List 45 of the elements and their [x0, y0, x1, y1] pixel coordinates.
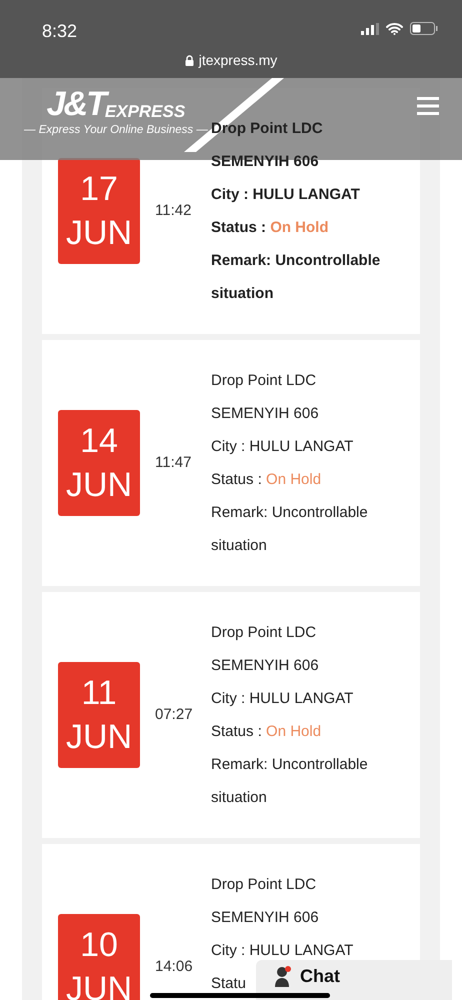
event-detail: SEMENYIH 606 — [211, 404, 320, 424]
date-day: 14 — [80, 419, 118, 463]
url-text: jtexpress.my — [198, 51, 278, 70]
remark-text: Remark: Uncontrollable — [211, 755, 368, 775]
date-month: JUN — [66, 213, 132, 254]
date-day: 11 — [81, 671, 117, 715]
remark-text: situation — [211, 788, 268, 808]
date-month: JUN — [66, 465, 132, 506]
date-day: 17 — [80, 167, 118, 211]
clock: 8:32 — [42, 20, 78, 43]
event-detail: City : HULU LANGAT — [211, 437, 354, 457]
event-detail: SEMENYIH 606 — [211, 908, 320, 928]
event-detail: SEMENYIH 606 — [211, 656, 320, 676]
status-label: Status : — [211, 722, 263, 742]
signal-icon — [361, 22, 379, 34]
event-detail: City : HULU LANGAT — [211, 185, 361, 205]
remark-text: Remark: Uncontrollable — [211, 251, 380, 271]
date-day: 10 — [80, 923, 118, 967]
event-detail: City : HULU LANGAT — [211, 689, 354, 709]
menu-icon[interactable] — [417, 97, 439, 115]
remark-text: situation — [211, 536, 268, 556]
status-value: On Hold — [266, 722, 322, 742]
status-value: On Hold — [266, 470, 322, 490]
event-detail: Drop Point LDC — [211, 623, 318, 643]
wifi-icon — [386, 22, 403, 34]
chat-button[interactable]: Chat — [256, 960, 452, 1000]
event-time: 11:42 — [155, 200, 192, 221]
event-time: 07:27 — [155, 704, 194, 725]
event-detail: Drop Point LDC — [211, 371, 318, 391]
battery-icon — [410, 22, 438, 35]
remark-text: Remark: Uncontrollable — [211, 503, 368, 523]
event-detail: SEMENYIH 606 — [211, 152, 320, 172]
event-detail: Drop Point LDC — [211, 875, 318, 895]
event-time: 14:06 — [155, 956, 194, 977]
remark-text: situation — [211, 284, 274, 304]
status-value: On Hold — [270, 218, 329, 238]
lock-icon — [184, 55, 194, 66]
tagline: — Express Your Online Business — — [24, 123, 208, 138]
status-label: Status : — [211, 218, 268, 238]
person-icon — [274, 965, 292, 987]
event-detail: City : HULU LANGAT — [211, 941, 354, 961]
status-label: Statu — [211, 974, 246, 994]
status-label: Status : — [211, 470, 263, 490]
event-time: 11:47 — [155, 452, 192, 473]
date-month: JUN — [66, 717, 132, 758]
